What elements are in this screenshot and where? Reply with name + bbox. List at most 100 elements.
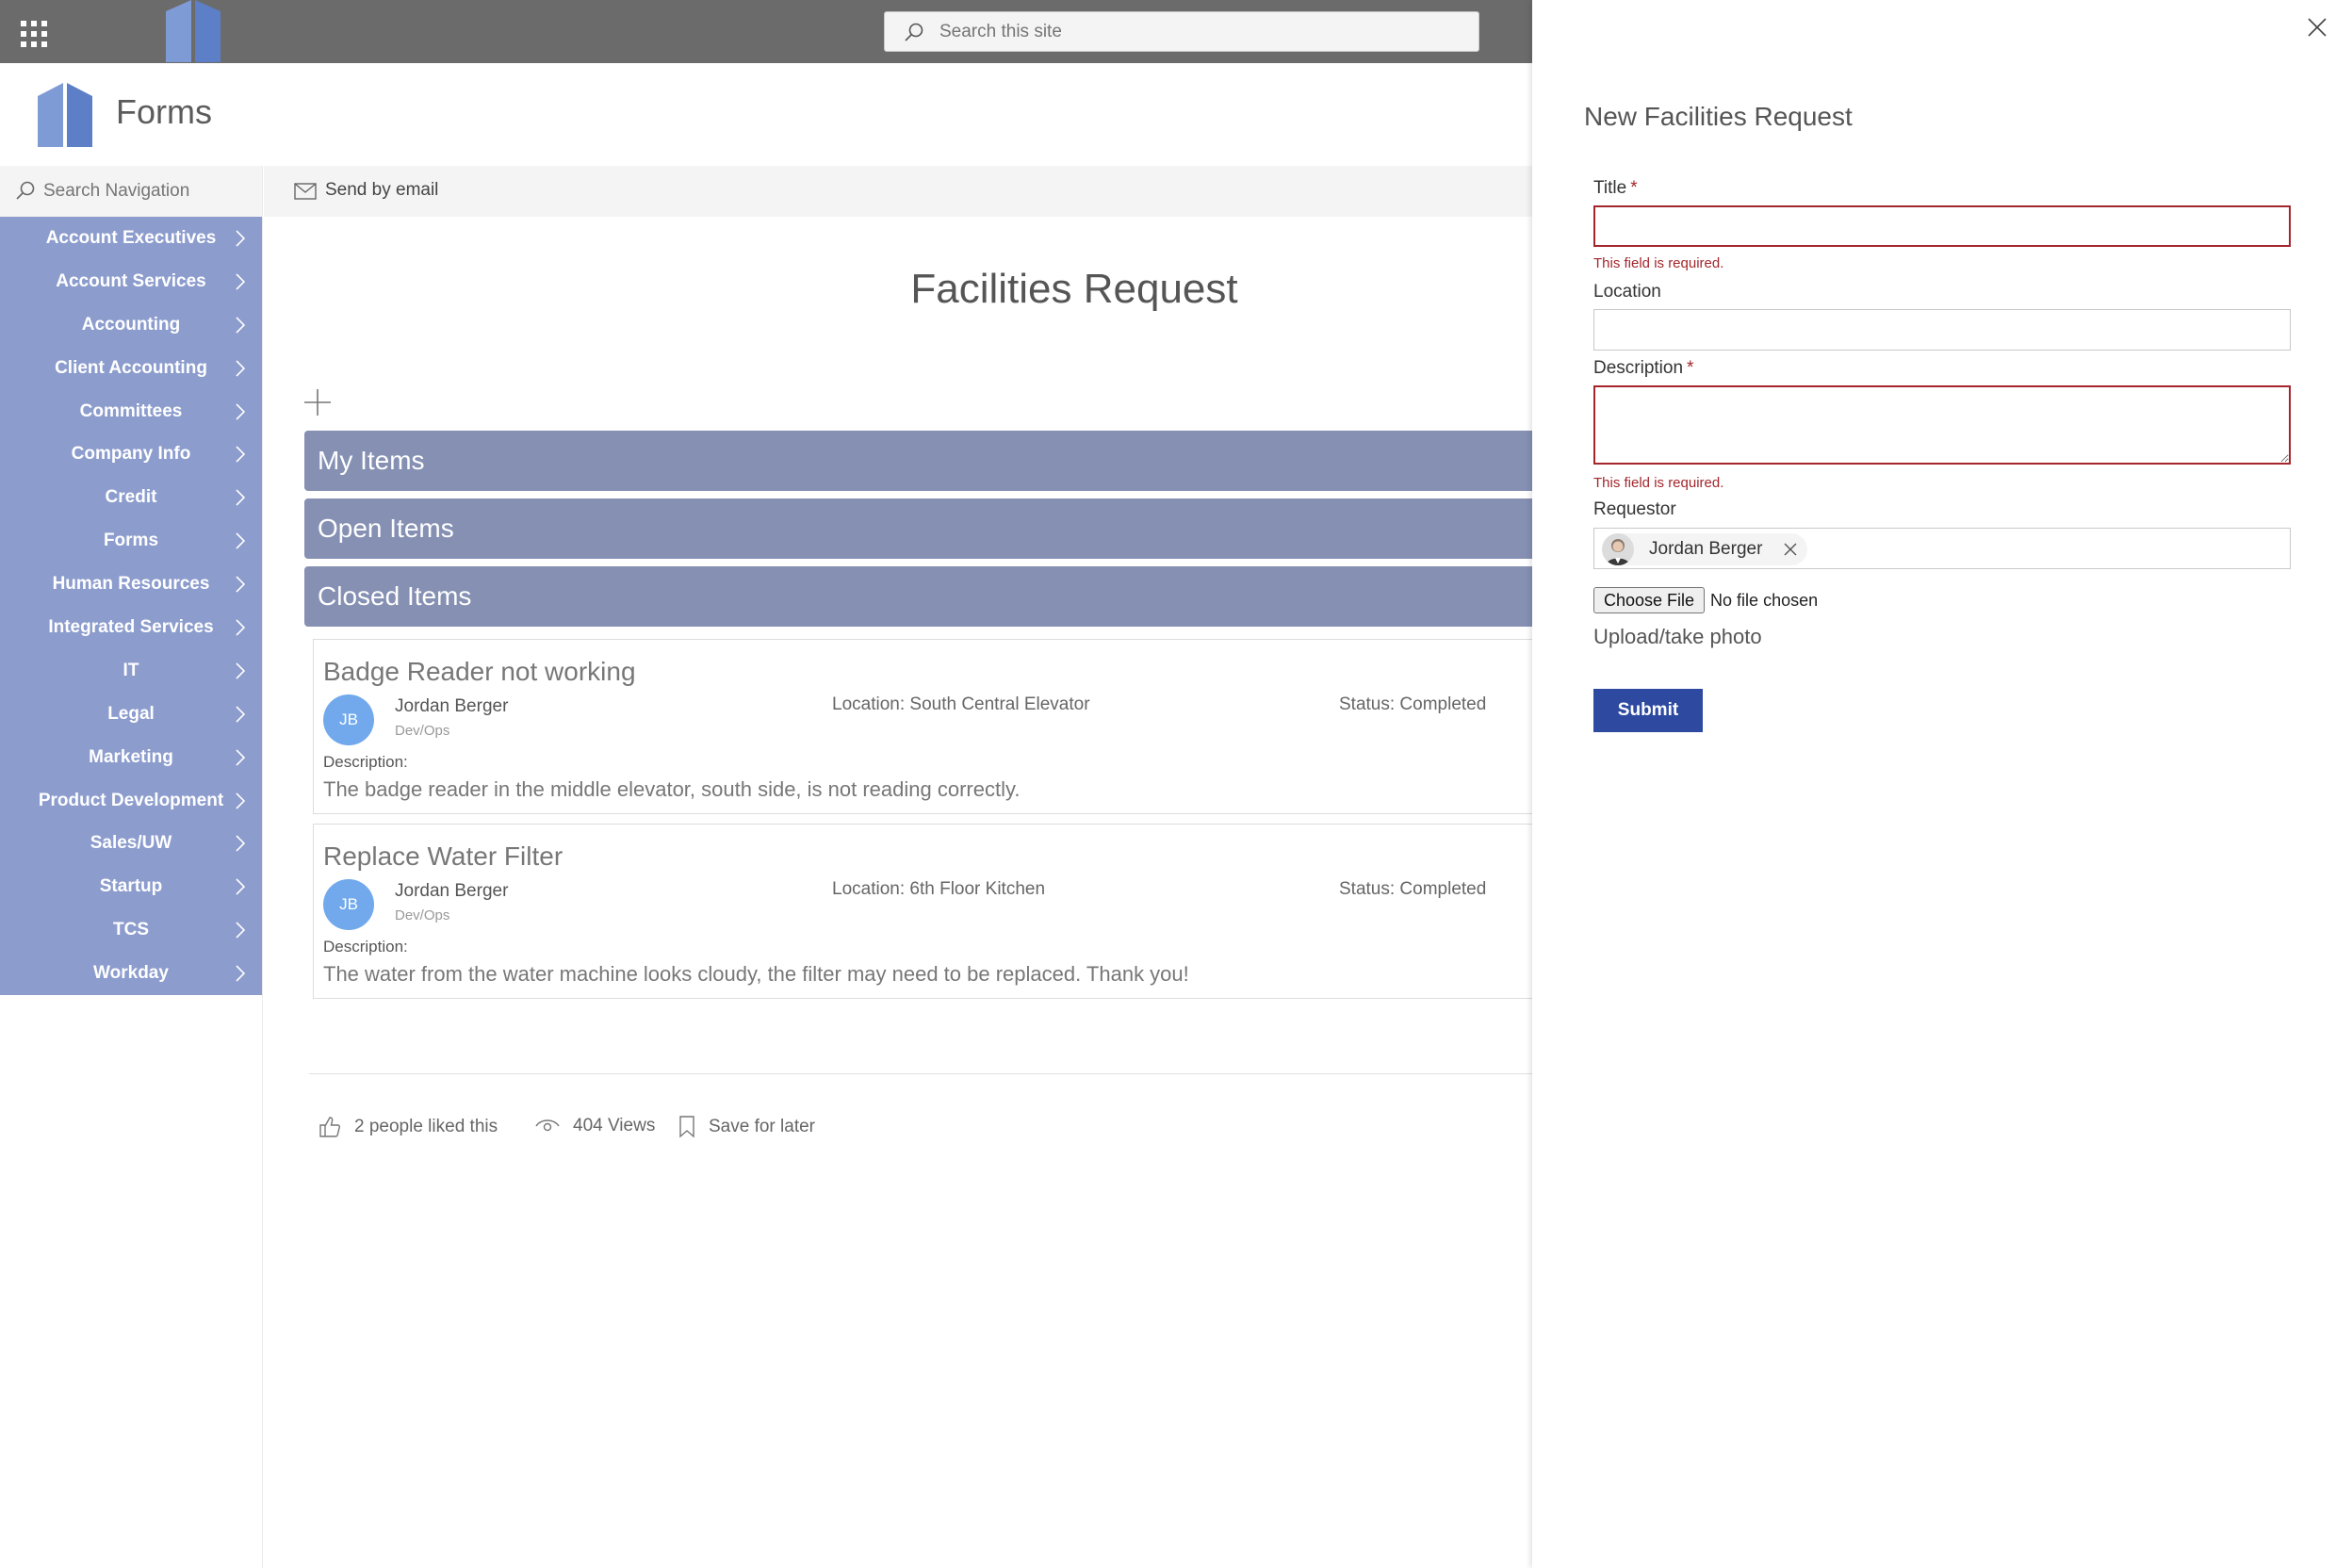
file-status: No file chosen (1710, 590, 1819, 610)
nav-item[interactable]: TCS (0, 908, 262, 952)
requestor-department: Dev/Ops (395, 907, 450, 923)
new-request-panel: New Facilities Request Title * This field… (1532, 0, 2352, 1568)
submit-button[interactable]: Submit (1593, 689, 1703, 732)
send-by-email-button[interactable]: Send by email (264, 166, 452, 217)
nav-item[interactable]: Committees (0, 390, 262, 433)
nav-item[interactable]: Forms (0, 519, 262, 563)
card-title[interactable]: Badge Reader not working (323, 657, 636, 687)
remove-icon[interactable] (1783, 542, 1798, 557)
command-bar: Send by email (264, 166, 1532, 217)
my-items-header[interactable]: My Items (304, 431, 1532, 491)
closed-items-header[interactable]: Closed Items (304, 566, 1532, 627)
upload-photo-link[interactable]: Upload/take photo (1593, 625, 1762, 649)
nav-item-label: TCS (113, 920, 149, 940)
nav-item[interactable]: Sales/UW (0, 822, 262, 865)
nav-item-label: Committees (79, 400, 183, 421)
site-logo[interactable] (38, 83, 92, 147)
brand-logo[interactable] (166, 0, 220, 62)
required-marker: * (1687, 358, 1694, 378)
nav-item[interactable]: Account Executives (0, 217, 262, 260)
avatar: JB (323, 694, 374, 745)
nav-item-label: Startup (99, 876, 163, 897)
chevron-right-icon[interactable] (234, 792, 247, 810)
request-card[interactable]: Badge Reader not working JB Jordan Berge… (313, 639, 1532, 814)
chevron-right-icon[interactable] (234, 229, 247, 248)
card-title[interactable]: Replace Water Filter (323, 841, 563, 872)
requestor-name: Jordan Berger (395, 881, 509, 901)
nav-item[interactable]: Credit (0, 476, 262, 519)
description-label-text: Description (1593, 358, 1684, 378)
requestor-department: Dev/Ops (395, 723, 450, 739)
views-indicator: 404 Views (535, 1116, 655, 1136)
description-text: The badge reader in the middle elevator,… (323, 777, 1021, 801)
title-field[interactable] (1593, 205, 2291, 247)
file-upload-row: Choose File No file chosen (1593, 587, 1818, 613)
chevron-right-icon[interactable] (234, 359, 247, 378)
chevron-right-icon[interactable] (234, 877, 247, 896)
chevron-right-icon[interactable] (234, 575, 247, 594)
nav-item-label: Company Info (71, 444, 191, 465)
chevron-right-icon[interactable] (234, 705, 247, 724)
like-icon (319, 1117, 340, 1137)
nav-item[interactable]: IT (0, 649, 262, 693)
nav-search-box[interactable] (0, 166, 262, 217)
required-marker: * (1630, 178, 1638, 198)
nav-item-label: Forms (103, 531, 159, 551)
description-label: Description * (1593, 358, 1693, 379)
nav-item[interactable]: Client Accounting (0, 347, 262, 390)
nav-item[interactable]: Product Development (0, 779, 262, 823)
likes-count: 2 people liked this (354, 1117, 498, 1136)
chevron-right-icon[interactable] (234, 445, 247, 464)
nav-item[interactable]: Integrated Services (0, 606, 262, 649)
site-search-input[interactable] (939, 18, 1448, 46)
requestor-picker[interactable]: Jordan Berger (1593, 528, 2291, 569)
avatar (1602, 533, 1634, 565)
site-search-box[interactable] (884, 11, 1479, 52)
nav-item-label: Client Accounting (55, 357, 207, 378)
request-card[interactable]: Replace Water Filter JB Jordan Berger De… (313, 824, 1532, 999)
choose-file-button[interactable]: Choose File (1593, 587, 1706, 613)
chevron-right-icon[interactable] (234, 272, 247, 291)
description-field[interactable] (1593, 385, 2291, 465)
open-items-header[interactable]: Open Items (304, 498, 1532, 559)
save-for-later-button[interactable]: Save for later (678, 1116, 815, 1138)
nav-search-input[interactable] (43, 177, 251, 205)
nav-item[interactable]: Human Resources (0, 563, 262, 606)
nav-item[interactable]: Marketing (0, 736, 262, 779)
nav-item[interactable]: Company Info (0, 433, 262, 476)
location-label: Location (1593, 282, 1661, 302)
chevron-right-icon[interactable] (234, 402, 247, 421)
chevron-right-icon[interactable] (234, 834, 247, 853)
site-title[interactable]: Forms (116, 92, 212, 132)
chevron-right-icon[interactable] (234, 316, 247, 335)
nav-item[interactable]: Accounting (0, 303, 262, 347)
nav-item[interactable]: Startup (0, 865, 262, 908)
add-icon[interactable] (303, 388, 332, 416)
card-status: Status: Completed (1339, 694, 1487, 714)
requestor-label: Requestor (1593, 499, 1676, 519)
title-error: This field is required. (1593, 255, 1724, 271)
nav-item[interactable]: Legal (0, 693, 262, 736)
panel-title: New Facilities Request (1584, 102, 1853, 131)
nav-item[interactable]: Account Services (0, 260, 262, 303)
like-button[interactable]: 2 people liked this (318, 1116, 498, 1138)
title-label: Title * (1593, 178, 1638, 199)
left-navigation: Account Executives Account Services Accoun… (0, 217, 262, 995)
nav-item-label: Account Executives (45, 227, 217, 248)
chevron-right-icon[interactable] (234, 964, 247, 983)
nav-item-label: Accounting (81, 314, 181, 335)
nav-item-label: Legal (107, 703, 155, 724)
card-location: Location: South Central Elevator (832, 694, 1090, 714)
chevron-right-icon[interactable] (234, 748, 247, 767)
description-text: The water from the water machine looks c… (323, 962, 1189, 986)
send-by-email-label: Send by email (325, 180, 439, 200)
chevron-right-icon[interactable] (234, 921, 247, 939)
nav-item[interactable]: Workday (0, 952, 262, 995)
chevron-right-icon[interactable] (234, 488, 247, 507)
chevron-right-icon[interactable] (234, 531, 247, 550)
close-icon[interactable] (2307, 17, 2328, 38)
location-field[interactable] (1593, 309, 2291, 351)
waffle-icon[interactable] (13, 15, 47, 49)
chevron-right-icon[interactable] (234, 662, 247, 680)
chevron-right-icon[interactable] (234, 618, 247, 637)
